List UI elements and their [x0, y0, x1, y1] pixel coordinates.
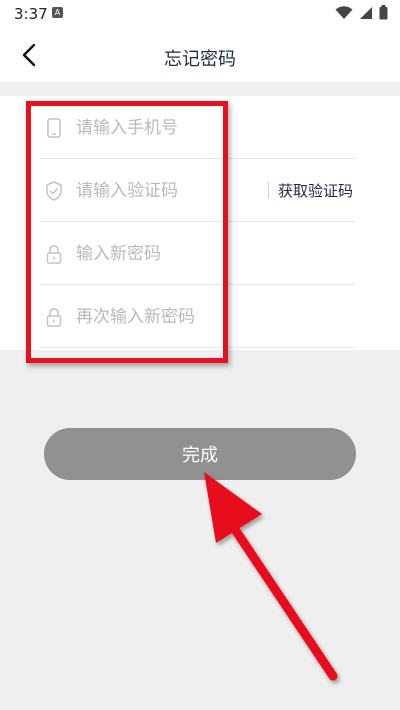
- submit-button[interactable]: 完成: [44, 428, 356, 480]
- nav-bar: 忘记密码: [0, 28, 400, 82]
- status-bar: 3:37 A: [0, 0, 400, 28]
- status-icons: [335, 5, 388, 20]
- signal-icon: [360, 6, 372, 19]
- notification-icon: A: [52, 7, 63, 18]
- battery-icon: [379, 5, 388, 20]
- highlight-box: [26, 101, 228, 363]
- code-divider: [268, 182, 269, 198]
- section-divider: [0, 82, 400, 96]
- status-time: 3:37: [14, 5, 48, 23]
- page-title: 忘记密码: [164, 49, 236, 70]
- get-code-button[interactable]: 获取验证码: [278, 180, 353, 201]
- wifi-icon: [335, 5, 353, 19]
